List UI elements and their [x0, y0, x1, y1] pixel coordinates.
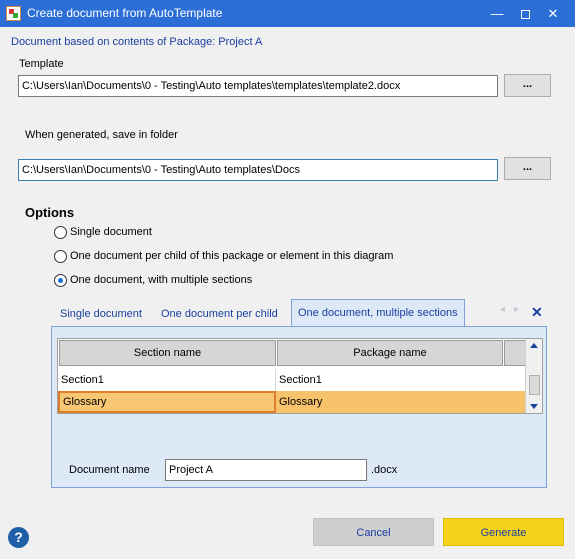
minimize-button[interactable]: — — [484, 0, 510, 27]
generate-button[interactable]: Generate — [443, 518, 564, 546]
scroll-thumb[interactable] — [529, 375, 540, 395]
radio-label: One document per child of this package o… — [70, 250, 394, 262]
radio-label: Single document — [70, 226, 152, 238]
cell-package-name[interactable]: Glossary — [276, 391, 526, 413]
dialog-heading: Document based on contents of Package: P… — [11, 36, 263, 48]
document-name-label: Document name — [69, 464, 150, 476]
save-folder-input[interactable]: C:\Users\Ian\Documents\0 - Testing\Auto … — [18, 159, 498, 181]
app-icon — [6, 6, 21, 21]
grid-scrollbar[interactable] — [525, 339, 542, 413]
column-header-spacer — [504, 340, 526, 366]
template-path-input[interactable]: C:\Users\Ian\Documents\0 - Testing\Auto … — [18, 75, 498, 97]
document-extension: .docx — [371, 464, 398, 476]
table-row[interactable]: Section1 Section1 — [58, 369, 526, 391]
tab-close-icon[interactable]: ✕ — [531, 304, 543, 321]
help-icon[interactable]: ? — [8, 527, 29, 548]
tab-panel-multiple-sections: Section name Package name Section1 Secti… — [51, 326, 547, 488]
radio-label: One document, with multiple sections — [70, 274, 253, 286]
tab-next-icon[interactable]: ▸ — [514, 304, 519, 315]
column-header-section-name[interactable]: Section name — [59, 340, 276, 366]
radio-button-checked[interactable] — [54, 274, 67, 287]
close-button[interactable]: ✕ — [540, 0, 566, 27]
column-header-package-name[interactable]: Package name — [277, 340, 503, 366]
tab-one-per-child[interactable]: One document per child — [155, 301, 284, 327]
tab-multiple-sections[interactable]: One document, multiple sections — [291, 299, 465, 327]
document-name-input[interactable]: Project A — [165, 459, 367, 481]
table-row-selected[interactable]: Glossary Glossary — [58, 391, 526, 413]
maximize-button[interactable] — [512, 0, 538, 27]
scroll-down-icon[interactable] — [530, 404, 538, 409]
tab-prev-icon[interactable]: ◂ — [500, 304, 505, 315]
title-bar: Create document from AutoTemplate — ✕ — [0, 0, 575, 27]
tab-single-document[interactable]: Single document — [54, 301, 148, 327]
radio-button[interactable] — [54, 250, 67, 263]
save-folder-browse-button[interactable]: ... — [504, 157, 551, 180]
save-folder-label: When generated, save in folder — [25, 129, 178, 141]
cell-section-name[interactable]: Glossary — [58, 391, 276, 413]
cell-section-name[interactable]: Section1 — [58, 369, 276, 391]
tab-strip: Single document One document per child O… — [51, 299, 547, 327]
template-label: Template — [19, 58, 64, 70]
cell-package-name[interactable]: Section1 — [276, 369, 526, 391]
grid-header: Section name Package name — [58, 339, 526, 367]
template-browse-button[interactable]: ... — [504, 74, 551, 97]
options-title: Options — [25, 205, 75, 220]
cancel-button[interactable]: Cancel — [313, 518, 434, 546]
radio-button[interactable] — [54, 226, 67, 239]
scroll-up-icon[interactable] — [530, 343, 538, 348]
window-title: Create document from AutoTemplate — [27, 6, 223, 20]
maximize-icon — [520, 10, 530, 20]
sections-grid[interactable]: Section name Package name Section1 Secti… — [57, 338, 543, 414]
